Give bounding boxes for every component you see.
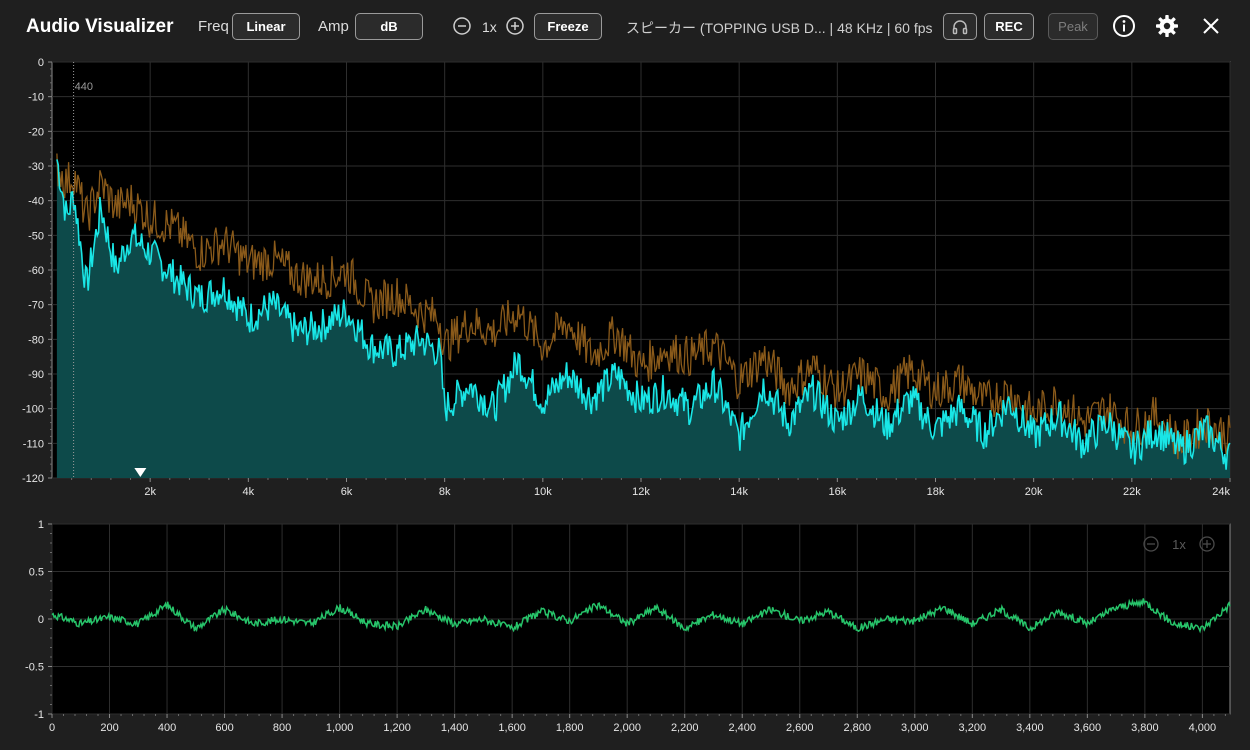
zoom-out-icon [453,17,471,35]
spectrum-y-tick-label: 0 [38,57,44,69]
spectrum-x-tick-label: 8k [439,486,451,498]
spectrum-y-tick-label: -50 [28,230,44,242]
resize-grip-icon[interactable] [1238,738,1248,748]
close-button[interactable] [1200,15,1222,37]
monitor-button[interactable] [943,13,977,40]
waveform-x-tick-label: 3,400 [1016,722,1044,734]
rec-button[interactable]: REC [984,13,1034,40]
spectrum-x-tick-label: 22k [1123,486,1141,498]
waveform-x-tick-label: 0 [49,722,55,734]
device-info: スピーカー (TOPPING USB D... | 48 KHz | 60 fp… [626,20,933,36]
zoom-level: 1x [482,19,497,35]
waveform-x-tick-label: 4,000 [1189,722,1217,734]
info-button[interactable] [1112,14,1136,38]
headphones-icon [952,19,968,34]
waveform-x-tick-label: 3,000 [901,722,929,734]
spectrum-x-tick-label: 6k [341,486,353,498]
amp-label: Amp [318,18,349,35]
waveform-x-tick-label: 800 [273,722,291,734]
waveform-x-tick-label: 2,000 [613,722,641,734]
spectrum-x-tick-label: 14k [730,486,748,498]
waveform-x-tick-label: 2,600 [786,722,814,734]
zoom-in-icon [506,17,524,35]
spectrum-y-tick-label: -20 [28,126,44,138]
waveform-x-tick-label: 3,800 [1131,722,1159,734]
waveform-x-tick-label: 1,600 [498,722,526,734]
spectrum-x-tick-label: 2k [144,486,156,498]
spectrum-x-tick-label: 18k [927,486,945,498]
zoom-in-button[interactable] [505,16,525,36]
freeze-button[interactable]: Freeze [534,13,602,40]
toolbar: Audio Visualizer Freq Linear Amp dB 1x F… [0,0,1250,54]
zoom-out-button[interactable] [452,16,472,36]
waveform-x-tick-label: 1,000 [326,722,354,734]
spectrum-x-tick-label: 24k [1212,486,1230,498]
waveform-x-tick-label: 2,200 [671,722,699,734]
waveform-y-tick-label: 0 [38,614,44,626]
waveform-y-tick-label: 0.5 [29,567,44,579]
waveform-x-tick-label: 200 [100,722,118,734]
spectrum-x-tick-label: 16k [828,486,846,498]
spectrum-x-tick-label: 4k [243,486,255,498]
spectrum-y-tick-label: -60 [28,265,44,277]
waveform-x-tick-label: 3,600 [1074,722,1102,734]
waveform-y-tick-label: -1 [34,709,44,721]
spectrum-y-ticks: 0 -10 -20 -30 -40 -50 -60 -70 -80 -90 -100 -110 -120 [22,57,52,485]
waveform-chart[interactable]: 1 0.5 0 -0.5 -1 0 200 400 600 800 1,000 1,200 1,400… [0,504,1250,750]
waveform-y-tick-label: 1 [38,519,44,531]
spectrum-y-tick-label: -120 [22,473,44,485]
spectrum-x-tick-label: 12k [632,486,650,498]
spectrum-y-tick-label: -80 [28,334,44,346]
waveform-x-tick-label: 1,200 [383,722,411,734]
waveform-x-tick-label: 400 [158,722,176,734]
amp-scale-button[interactable]: dB [355,13,423,40]
waveform-y-tick-label: -0.5 [25,662,44,674]
waveform-x-tick-label: 1,800 [556,722,584,734]
freq-label: Freq [198,18,229,35]
settings-button[interactable] [1155,14,1179,38]
spectrum-y-tick-label: -100 [22,404,44,416]
waveform-x-tick-label: 2,800 [844,722,872,734]
waveform-x-tick-label: 600 [215,722,233,734]
app-title: Audio Visualizer [26,16,174,37]
waveform-x-tick-label: 2,400 [728,722,756,734]
waveform-x-tick-label: 1,400 [441,722,469,734]
freq-scale-button[interactable]: Linear [232,13,300,40]
spectrum-y-tick-label: -40 [28,196,44,208]
spectrum-chart[interactable]: 440 0 -10 -20 -30 -40 -50 -60 -70 -80 -90 -100 -110… [0,54,1250,504]
waveform-x-ticks: 0 200 400 600 800 1,000 1,200 1,400 1,600 1,800 2,… [49,714,1226,734]
spectrum-y-tick-label: -110 [23,438,44,450]
close-icon [1203,18,1219,34]
info-icon [1113,15,1135,37]
spectrum-y-tick-label: -10 [28,92,44,104]
waveform-y-ticks: 1 0.5 0 -0.5 -1 [25,519,52,721]
peak-button[interactable]: Peak [1048,13,1098,40]
spectrum-x-ticks: 2k 4k 6k 8k 10k 12k 14k 16k 18k 20k 22k 24k [71,478,1231,498]
spectrum-y-tick-label: -70 [28,300,44,312]
waveform-x-tick-label: 3,200 [959,722,987,734]
spectrum-y-tick-label: -90 [28,369,44,381]
spectrum-x-tick-label: 20k [1025,486,1043,498]
spectrum-x-tick-label: 10k [534,486,552,498]
gear-icon [1156,15,1178,37]
waveform-zoom-level: 1x [1172,537,1186,552]
frequency-marker-label: 440 [75,81,93,93]
spectrum-y-tick-label: -30 [28,161,44,173]
